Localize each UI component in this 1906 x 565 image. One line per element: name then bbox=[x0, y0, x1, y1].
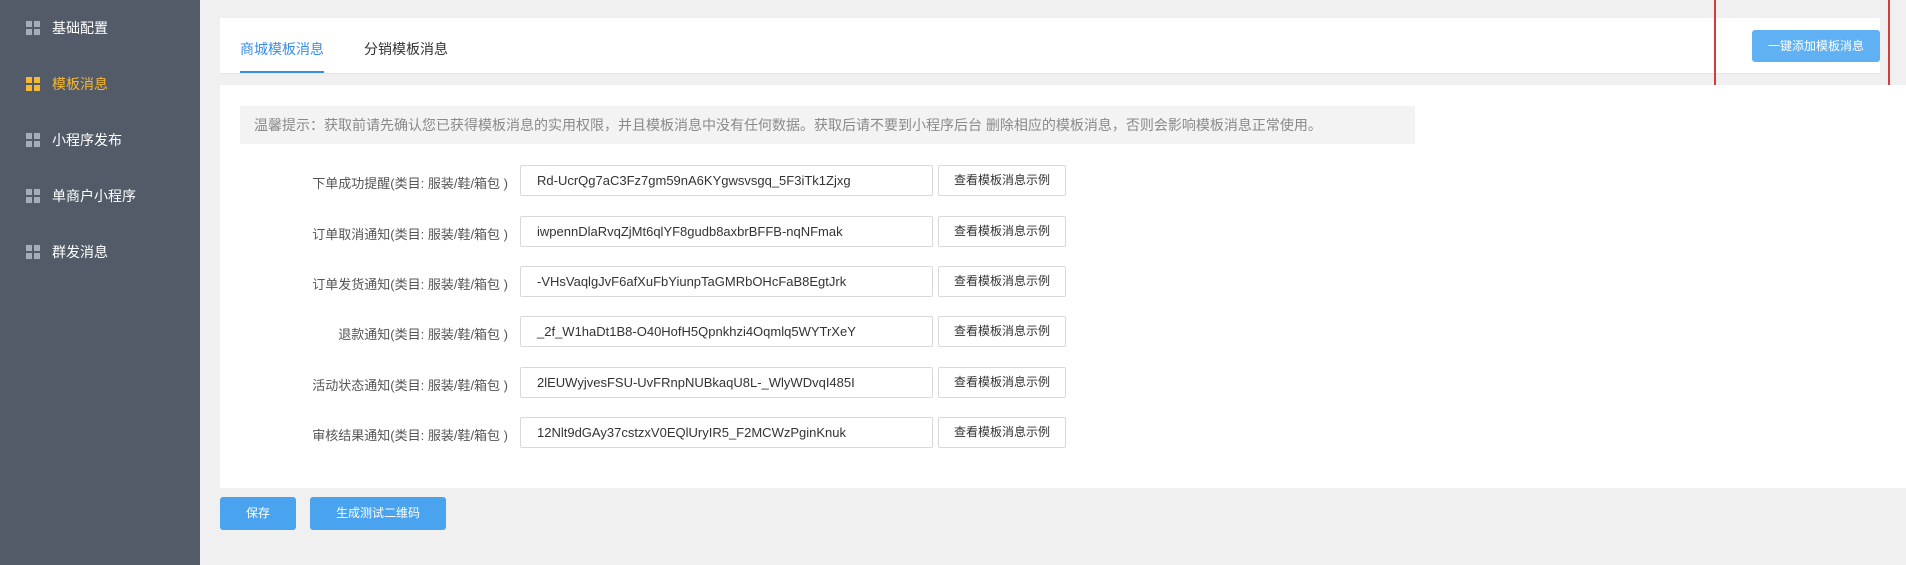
sidebar-item-label: 基础配置 bbox=[52, 20, 108, 36]
template-id-input[interactable]: -VHsVaqlgJvF6afXuFbYiunpTaGMRbOHcFaB8Egt… bbox=[520, 266, 933, 297]
one-click-add-template-button[interactable]: 一键添加模板消息 bbox=[1752, 30, 1880, 62]
row-label-activity-status: 活动状态通知(类目: 服装/鞋/箱包 ) bbox=[312, 378, 508, 393]
tab-distribution-template[interactable]: 分销模板消息 bbox=[364, 39, 448, 59]
row-label-refund: 退款通知(类目: 服装/鞋/箱包 ) bbox=[338, 327, 508, 342]
tabs-bar bbox=[220, 18, 1880, 74]
view-example-button[interactable]: 查看模板消息示例 bbox=[938, 417, 1066, 448]
template-id-input[interactable]: Rd-UcrQg7aC3Fz7gm59nA6KYgwsvsgq_5F3iTk1Z… bbox=[520, 165, 933, 196]
sidebar: 基础配置 模板消息 小程序发布 单商户小程序 群发消息 bbox=[0, 0, 200, 565]
row-label-order-shipped: 订单发货通知(类目: 服装/鞋/箱包 ) bbox=[312, 277, 508, 292]
view-example-button[interactable]: 查看模板消息示例 bbox=[938, 367, 1066, 398]
hint-message: 温馨提示：获取前请先确认您已获得模板消息的实用权限，并且模板消息中没有任何数据。… bbox=[240, 106, 1415, 144]
sidebar-item-miniprogram-publish[interactable]: 小程序发布 bbox=[0, 120, 200, 160]
active-tab-indicator bbox=[240, 71, 324, 73]
tab-mall-template[interactable]: 商城模板消息 bbox=[240, 39, 324, 59]
grid-icon bbox=[26, 133, 40, 147]
row-label-order-success: 下单成功提醒(类目: 服装/鞋/箱包 ) bbox=[312, 176, 508, 191]
template-id-input[interactable]: _2f_W1haDt1B8-O40HofH5Qpnkhzi4Oqmlq5WYTr… bbox=[520, 316, 933, 347]
sidebar-item-template-message[interactable]: 模板消息 bbox=[0, 64, 200, 104]
sidebar-item-label: 单商户小程序 bbox=[52, 188, 136, 204]
sidebar-item-basic-config[interactable]: 基础配置 bbox=[0, 8, 200, 48]
row-label-order-cancel: 订单取消通知(类目: 服装/鞋/箱包 ) bbox=[312, 227, 508, 242]
view-example-button[interactable]: 查看模板消息示例 bbox=[938, 266, 1066, 297]
grid-icon bbox=[26, 77, 40, 91]
grid-icon bbox=[26, 189, 40, 203]
view-example-button[interactable]: 查看模板消息示例 bbox=[938, 316, 1066, 347]
view-example-button[interactable]: 查看模板消息示例 bbox=[938, 216, 1066, 247]
sidebar-item-label: 小程序发布 bbox=[52, 132, 122, 148]
grid-icon bbox=[26, 245, 40, 259]
template-id-input[interactable]: iwpennDlaRvqZjMt6qlYF8gudb8axbrBFFB-nqNF… bbox=[520, 216, 933, 247]
row-label-review-result: 审核结果通知(类目: 服装/鞋/箱包 ) bbox=[312, 428, 508, 443]
sidebar-item-label: 模板消息 bbox=[52, 76, 108, 92]
template-id-input[interactable]: 2lEUWyjvesFSU-UvFRnpNUBkaqU8L-_WlyWDvqI4… bbox=[520, 367, 933, 398]
generate-test-qrcode-button[interactable]: 生成测试二维码 bbox=[310, 497, 446, 530]
sidebar-item-single-merchant[interactable]: 单商户小程序 bbox=[0, 176, 200, 216]
view-example-button[interactable]: 查看模板消息示例 bbox=[938, 165, 1066, 196]
sidebar-item-mass-message[interactable]: 群发消息 bbox=[0, 232, 200, 272]
save-button[interactable]: 保存 bbox=[220, 497, 296, 530]
template-id-input[interactable]: 12Nlt9dGAy37cstzxV0EQlUryIR5_F2MCWzPginK… bbox=[520, 417, 933, 448]
grid-icon bbox=[26, 21, 40, 35]
sidebar-item-label: 群发消息 bbox=[52, 244, 108, 260]
